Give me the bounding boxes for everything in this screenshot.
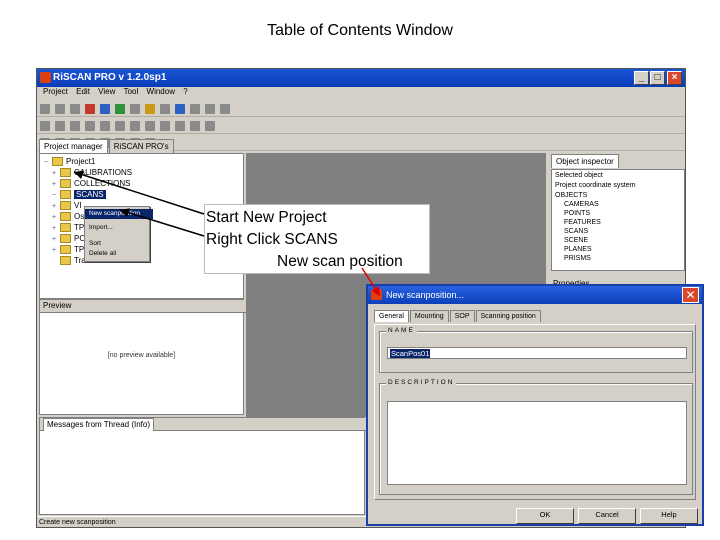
annotation-arrows bbox=[73, 170, 381, 297]
arrow-to-dialog bbox=[361, 267, 381, 297]
arrow-to-new-scanposition bbox=[119, 208, 205, 237]
arrow-to-project bbox=[73, 170, 205, 215]
